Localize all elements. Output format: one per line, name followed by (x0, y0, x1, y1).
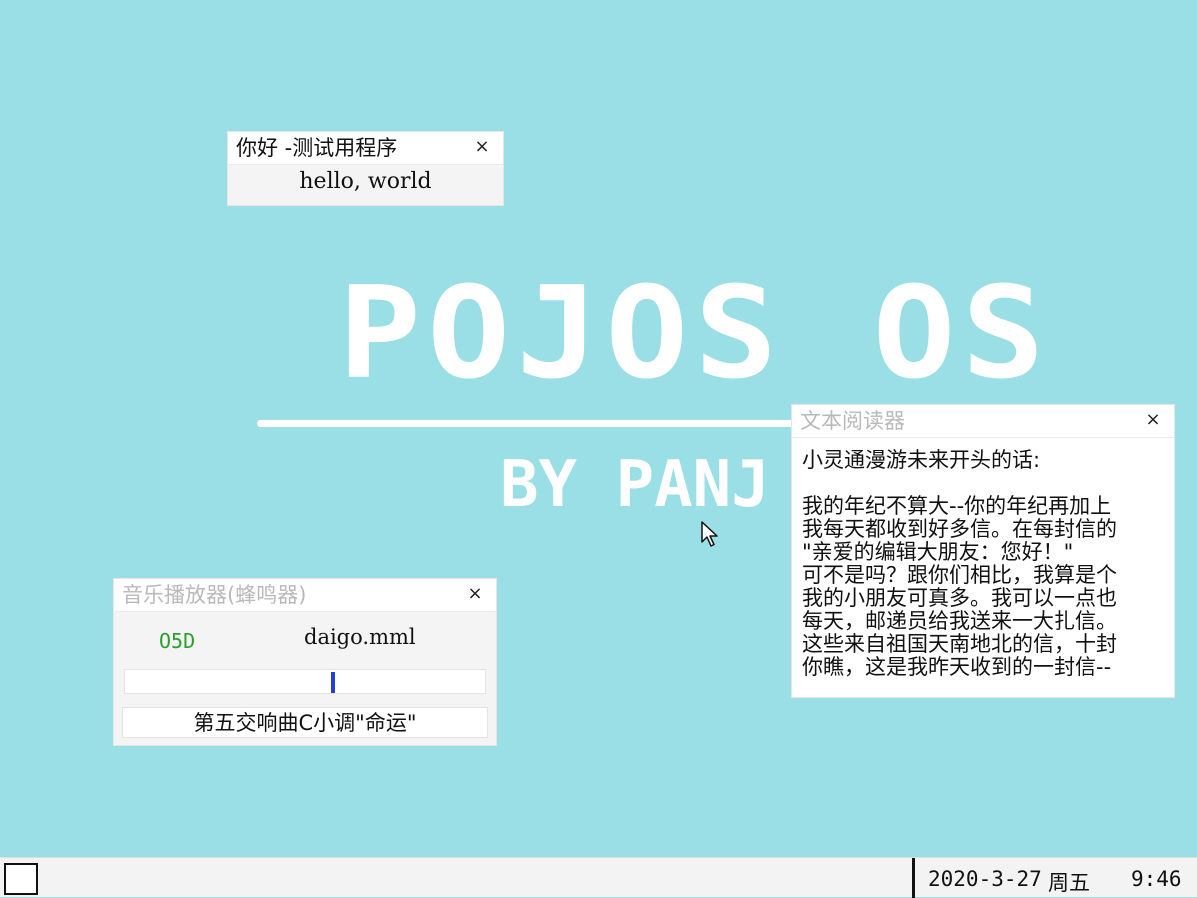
close-icon[interactable]: × (464, 583, 486, 605)
playback-progress-thumb[interactable] (331, 672, 335, 693)
close-icon[interactable]: × (1142, 409, 1164, 431)
taskbar: 2020-3-27 周五 9:46 (0, 857, 1197, 898)
text-line (802, 472, 1166, 495)
text-line: 小灵通漫游未来开头的话: (802, 449, 1041, 472)
tray-divider (912, 858, 915, 898)
hello-window[interactable]: 你好 -测试用程序 × hello, world (227, 131, 504, 206)
music-file-name: daigo.mml (304, 625, 416, 649)
current-note: O5D (159, 629, 196, 653)
text-reader-window[interactable]: 文本阅读器 × 小灵通漫游未来开头的话: 我的年纪不算大--你的年纪再加上 我每… (791, 404, 1175, 698)
start-button[interactable] (4, 863, 38, 895)
text-line: 我的年纪不算大--你的年纪再加上 (802, 494, 1112, 518)
text-line: 可不是吗？跟你们相比，我算是个 (802, 563, 1117, 587)
text-reader-titlebar[interactable]: 文本阅读器 × (792, 405, 1174, 438)
text-line: 我的小朋友可真多。我可以一点也 (802, 586, 1117, 610)
music-player-title: 音乐播放器(蜂鸣器) (122, 583, 307, 607)
wallpaper-divider (257, 420, 797, 427)
text-line: 你瞧，这是我昨天收到的一封信-- (802, 655, 1112, 679)
desktop[interactable]: POJOS OS BY PANJ 你好 -测试用程序 × hello, worl… (0, 0, 1197, 857)
music-player-window[interactable]: 音乐播放器(蜂鸣器) × O5D daigo.mml 第五交响曲C小调"命运" (113, 578, 497, 746)
music-player-titlebar[interactable]: 音乐播放器(蜂鸣器) × (114, 579, 496, 612)
clock-time: 9:46 (1131, 867, 1182, 891)
clock-weekday: 周五 (1048, 871, 1090, 895)
text-line: "亲爱的编辑大朋友：您好！" (802, 540, 1074, 564)
hello-message: hello, world (299, 169, 432, 194)
mouse-pointer-icon (701, 521, 718, 547)
playback-progress-bar[interactable] (124, 669, 486, 694)
wallpaper-title: POJOS OS (338, 258, 1051, 408)
text-reader-content[interactable]: 小灵通漫游未来开头的话: 我的年纪不算大--你的年纪再加上 我每天都收到好多信。… (802, 449, 1166, 693)
clock-date: 2020-3-27 (928, 867, 1042, 891)
text-reader-title: 文本阅读器 (800, 409, 905, 433)
text-line: 我每天都收到好多信。在每封信的 (802, 517, 1117, 541)
wallpaper-subtitle: BY PANJ (500, 448, 770, 522)
hello-window-titlebar[interactable]: 你好 -测试用程序 × (228, 132, 503, 165)
song-title: 第五交响曲C小调"命运" (122, 707, 488, 738)
hello-window-title: 你好 -测试用程序 (236, 136, 398, 160)
text-line: 这些来自祖国天南地北的信，十封 (802, 632, 1117, 656)
close-icon[interactable]: × (471, 136, 493, 158)
text-line: 每天，邮递员给我送来一大扎信。 (802, 609, 1117, 633)
